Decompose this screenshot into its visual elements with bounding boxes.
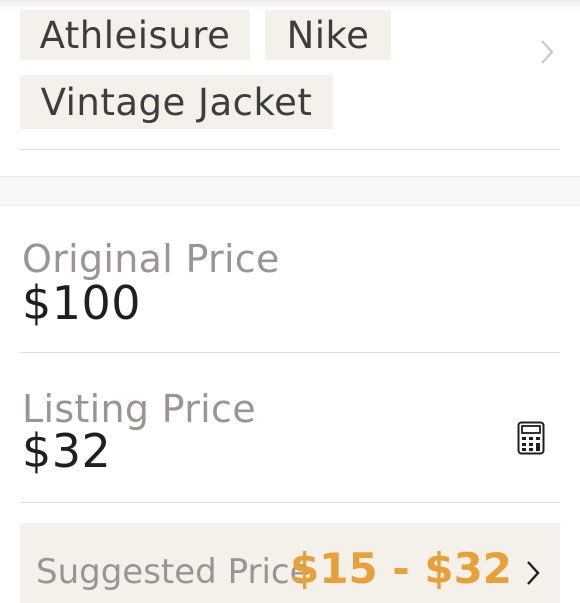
listing-price-label: Listing Price [22,387,256,431]
tag-label: Athleisure [39,13,231,57]
tag-label: Nike [286,13,370,57]
divider [20,352,560,353]
tag-label: Vintage Jacket [40,80,313,124]
suggested-price-range: $15 - $32 [290,544,513,593]
chevron-right-icon [527,561,540,585]
divider [20,149,560,150]
calculator-icon[interactable] [517,421,545,455]
chevron-right-icon[interactable] [539,38,555,66]
tag-vintage-jacket[interactable]: Vintage Jacket [20,75,333,129]
tag-nike[interactable]: Nike [265,10,391,60]
listing-price-value[interactable]: $32 [22,428,111,474]
section-separator [0,176,580,206]
tag-athleisure[interactable]: Athleisure [20,10,250,60]
suggested-price-banner[interactable]: Suggested Price $15 - $32 [20,523,560,603]
original-price-value[interactable]: $100 [22,280,141,326]
top-shadow [0,0,580,10]
suggested-price-label: Suggested Price [36,552,311,592]
divider [20,502,560,503]
original-price-label: Original Price [22,237,280,281]
